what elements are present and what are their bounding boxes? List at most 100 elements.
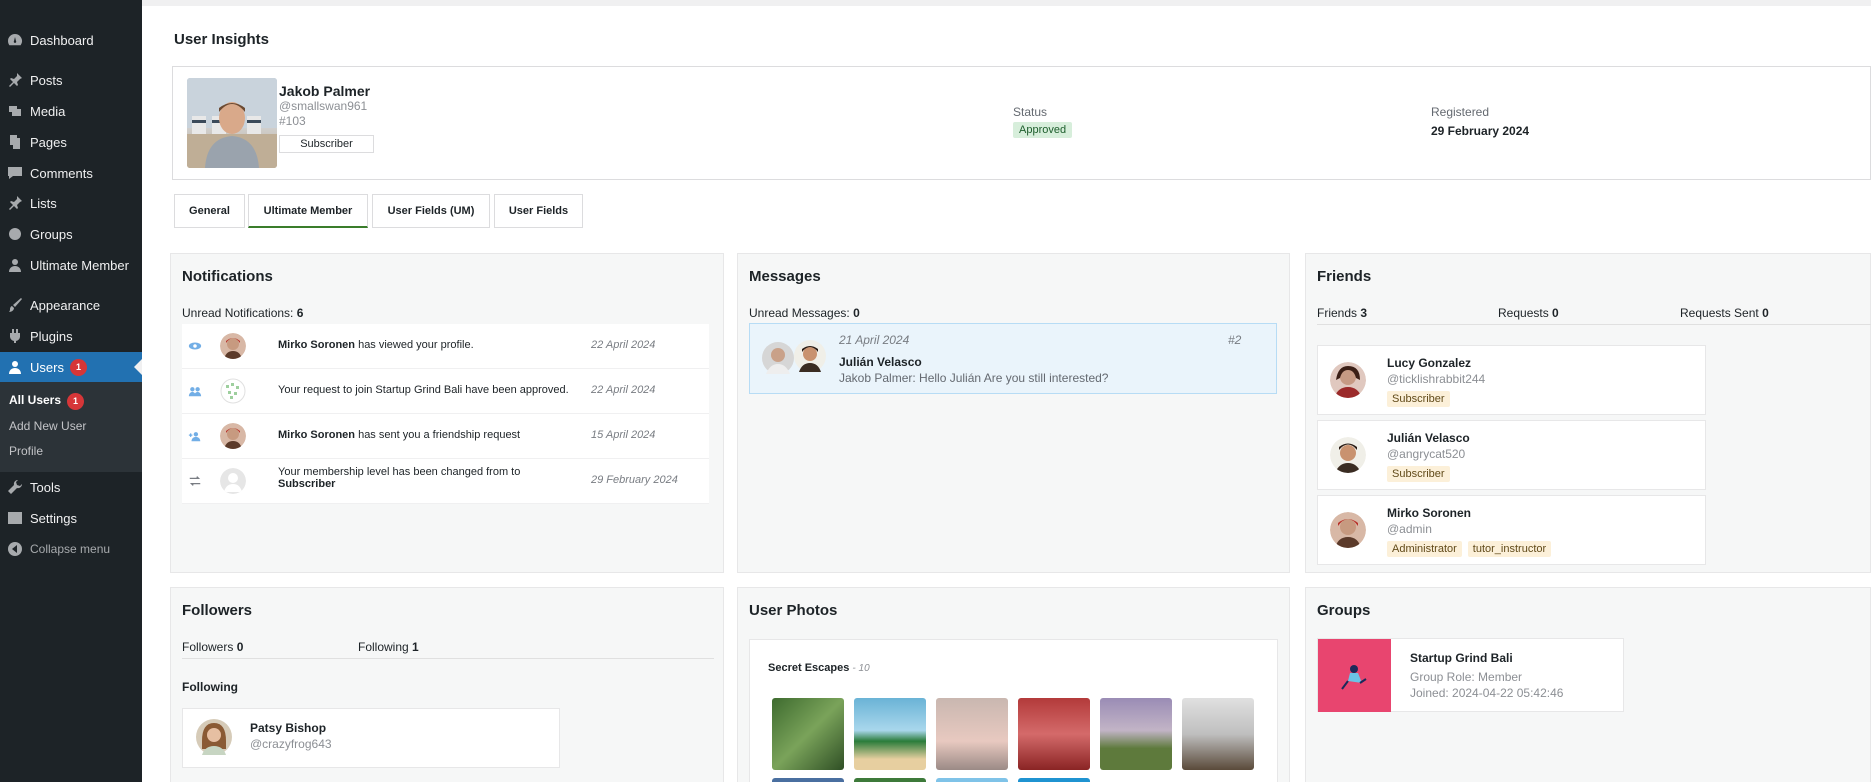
notification-date: 22 April 2024 bbox=[591, 339, 656, 351]
notifications-title: Notifications bbox=[182, 268, 273, 285]
group-card[interactable]: Startup Grind Bali Group Role: Member Jo… bbox=[1317, 638, 1624, 712]
groups-title: Groups bbox=[1317, 602, 1371, 619]
menu-posts[interactable]: Posts bbox=[0, 65, 142, 95]
avatar bbox=[187, 78, 277, 168]
menu-media[interactable]: Media bbox=[0, 96, 142, 126]
photo-palms[interactable] bbox=[854, 698, 926, 770]
tab-ultimate-member[interactable]: Ultimate Member bbox=[248, 194, 368, 228]
menu-ultimate-member[interactable]: Ultimate Member bbox=[0, 250, 142, 280]
notification-item[interactable]: Mirko Soronen has viewed your profile. 2… bbox=[182, 324, 709, 369]
menu-tools[interactable]: Tools bbox=[0, 472, 142, 502]
role-tag: tutor_instructor bbox=[1467, 541, 1552, 557]
followers-title: Followers bbox=[182, 602, 253, 619]
menu-groups[interactable]: Groups bbox=[0, 219, 142, 249]
default-avatar bbox=[220, 468, 246, 494]
photo-10[interactable] bbox=[1018, 778, 1090, 782]
friends-count: Friends 3 bbox=[1317, 306, 1368, 320]
followers-count: Followers 0 bbox=[182, 640, 244, 654]
role-tag: Subscriber bbox=[1387, 391, 1450, 407]
friend-card[interactable]: Lucy Gonzalez @ticklishrabbit244 Subscri… bbox=[1317, 345, 1706, 415]
admin-sidebar: Dashboard Posts Media Pages Comments Lis… bbox=[0, 0, 142, 782]
photo-9[interactable] bbox=[936, 778, 1008, 782]
group-role: Group Role: Member bbox=[1410, 670, 1523, 684]
user-username: @smallswan961 bbox=[279, 99, 368, 113]
menu-dashboard[interactable]: Dashboard bbox=[0, 25, 142, 55]
message-sender: Julián Velasco bbox=[839, 355, 922, 369]
profile-card: Jakob Palmer @smallswan961 #103 Subscrib… bbox=[172, 66, 1871, 180]
menu-users[interactable]: Users 1 bbox=[0, 352, 142, 382]
friend-username: @angrycat520 bbox=[1387, 447, 1466, 461]
menu-lists[interactable]: Lists bbox=[0, 188, 142, 218]
photo-temple[interactable] bbox=[1100, 698, 1172, 770]
photo-8[interactable] bbox=[854, 778, 926, 782]
dashboard-icon bbox=[0, 32, 30, 48]
following-heading: Following bbox=[182, 680, 238, 694]
notification-item[interactable]: Mirko Soronen has sent you a friendship … bbox=[182, 414, 709, 459]
menu-appearance[interactable]: Appearance bbox=[0, 290, 142, 320]
swap-icon bbox=[189, 476, 201, 486]
menu-settings[interactable]: Settings bbox=[0, 503, 142, 533]
unread-notifications: Unread Notifications: 6 bbox=[182, 306, 304, 320]
plug-icon bbox=[0, 328, 30, 344]
menu-plugins[interactable]: Plugins bbox=[0, 321, 142, 351]
role-tag: Subscriber bbox=[1387, 466, 1450, 482]
photo-red-building[interactable] bbox=[1018, 698, 1090, 770]
requests-count: Requests 0 bbox=[1498, 306, 1559, 320]
album-title[interactable]: Secret Escapes - 10 bbox=[768, 662, 870, 674]
menu-comments[interactable]: Comments bbox=[0, 158, 142, 188]
requests-sent-count: Requests Sent 0 bbox=[1680, 306, 1769, 320]
pin-icon bbox=[0, 195, 30, 211]
submenu-add-new-user[interactable]: Add New User bbox=[9, 419, 86, 433]
friend-name: Mirko Soronen bbox=[1387, 506, 1472, 520]
divider bbox=[182, 658, 714, 659]
photo-interior[interactable] bbox=[1182, 698, 1254, 770]
users-count-badge: 1 bbox=[69, 358, 87, 376]
group-icon bbox=[188, 387, 202, 397]
photo-7[interactable] bbox=[772, 778, 844, 782]
friend-card[interactable]: Mirko Soronen @admin Administrator tutor_… bbox=[1317, 495, 1706, 565]
following-count: Following 1 bbox=[358, 640, 419, 654]
avatar bbox=[220, 423, 246, 449]
registered-label: Registered bbox=[1431, 105, 1490, 119]
following-card[interactable]: Patsy Bishop @crazyfrog643 bbox=[182, 708, 560, 768]
wrench-icon bbox=[0, 479, 30, 495]
message-thread[interactable]: 21 April 2024 #2 Julián Velasco Jakob Pa… bbox=[749, 323, 1277, 394]
menu-pages[interactable]: Pages bbox=[0, 127, 142, 157]
notification-date: 22 April 2024 bbox=[591, 384, 656, 396]
comments-icon bbox=[0, 165, 30, 181]
groups-panel: Groups Startup Grind Bali Group Role: Me… bbox=[1305, 587, 1871, 782]
notification-item[interactable]: Your request to join Startup Grind Bali … bbox=[182, 369, 709, 414]
friend-username: @ticklishrabbit244 bbox=[1387, 372, 1486, 386]
group-name: Startup Grind Bali bbox=[1410, 651, 1513, 665]
add-friend-icon bbox=[188, 432, 201, 442]
avatar bbox=[794, 340, 826, 372]
message-date: 21 April 2024 bbox=[839, 333, 910, 347]
submenu-all-users[interactable]: All Users 1 bbox=[9, 393, 85, 410]
submenu-profile[interactable]: Profile bbox=[9, 444, 43, 458]
avatar bbox=[1330, 362, 1366, 398]
notifications-panel: Notifications Unread Notifications: 6 Mi… bbox=[170, 253, 724, 573]
photo-road[interactable] bbox=[772, 698, 844, 770]
pin-icon bbox=[0, 72, 30, 88]
status-label: Status bbox=[1013, 105, 1048, 119]
notification-date: 15 April 2024 bbox=[591, 429, 656, 441]
friend-card[interactable]: Julián Velasco @angrycat520 Subscriber bbox=[1317, 420, 1706, 490]
user-id: #103 bbox=[279, 114, 306, 128]
following-name: Patsy Bishop bbox=[250, 721, 327, 735]
user-icon bbox=[0, 257, 30, 273]
tab-general[interactable]: General bbox=[174, 194, 245, 228]
tab-user-fields[interactable]: User Fields bbox=[494, 194, 583, 228]
photos-title: User Photos bbox=[749, 602, 838, 619]
tab-user-fields-um[interactable]: User Fields (UM) bbox=[372, 194, 490, 228]
photo-sunset-palm[interactable] bbox=[936, 698, 1008, 770]
user-role-badge: Subscriber bbox=[279, 135, 374, 153]
avatar bbox=[196, 719, 232, 755]
friends-title: Friends bbox=[1317, 268, 1372, 285]
role-tag: Administrator bbox=[1387, 541, 1462, 557]
notification-date: 29 February 2024 bbox=[591, 474, 678, 486]
following-username: @crazyfrog643 bbox=[250, 737, 332, 751]
avatar bbox=[1330, 512, 1366, 548]
notification-item[interactable]: Your membership level has been changed f… bbox=[182, 459, 709, 504]
menu-collapse[interactable]: Collapse menu bbox=[0, 534, 142, 564]
followers-panel: Followers Followers 0 Following 1 Follow… bbox=[170, 587, 724, 782]
